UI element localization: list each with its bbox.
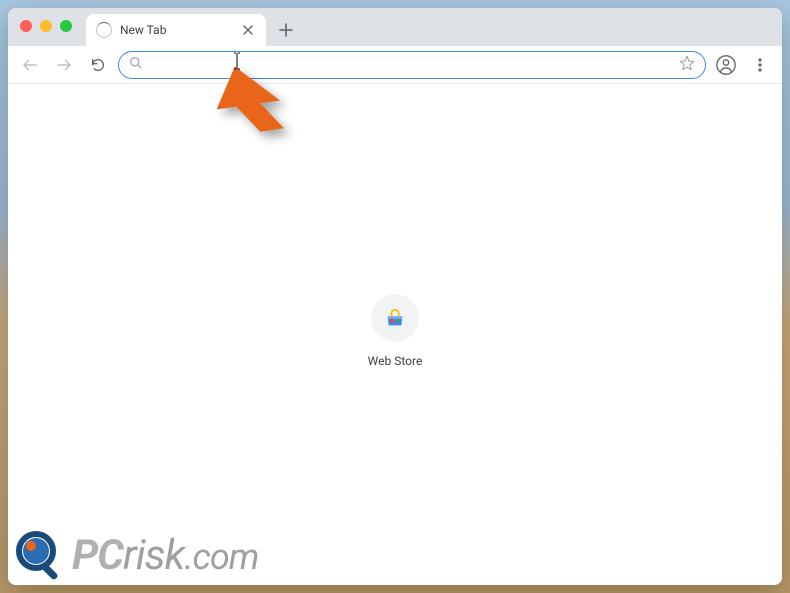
tab-close-button[interactable] [240,22,256,38]
reload-button[interactable] [84,51,112,79]
tab-title: New Tab [120,23,232,37]
bookmark-star-button[interactable] [679,55,695,75]
shortcut-web-store[interactable]: Web Store [340,294,450,368]
address-input[interactable] [151,57,671,73]
search-icon [129,55,143,74]
toolbar [8,46,782,84]
profile-button[interactable] [712,51,740,79]
new-tab-page: Web Store [8,84,782,585]
maximize-window-button[interactable] [60,20,72,32]
titlebar: New Tab [8,8,782,46]
back-button[interactable] [16,51,44,79]
window-controls [20,20,72,32]
arrow-right-icon [55,56,73,74]
forward-button[interactable] [50,51,78,79]
shortcut-label: Web Store [368,354,423,368]
plus-icon [279,23,293,37]
browser-window: New Tab [8,8,782,585]
tab-new-tab[interactable]: New Tab [86,14,266,46]
reload-icon [90,57,106,73]
kebab-menu-icon [752,57,768,73]
close-window-button[interactable] [20,20,32,32]
web-store-icon [384,307,406,329]
tab-favicon-spinner-icon [96,22,112,38]
close-icon [243,25,253,35]
person-icon [716,55,736,75]
minimize-window-button[interactable] [40,20,52,32]
shortcut-icon-circle [371,294,419,342]
arrow-left-icon [21,56,39,74]
main-menu-button[interactable] [746,51,774,79]
desktop-background: New Tab [0,0,790,593]
address-bar[interactable] [118,51,706,79]
star-icon [679,55,695,71]
new-tab-button[interactable] [272,16,300,44]
